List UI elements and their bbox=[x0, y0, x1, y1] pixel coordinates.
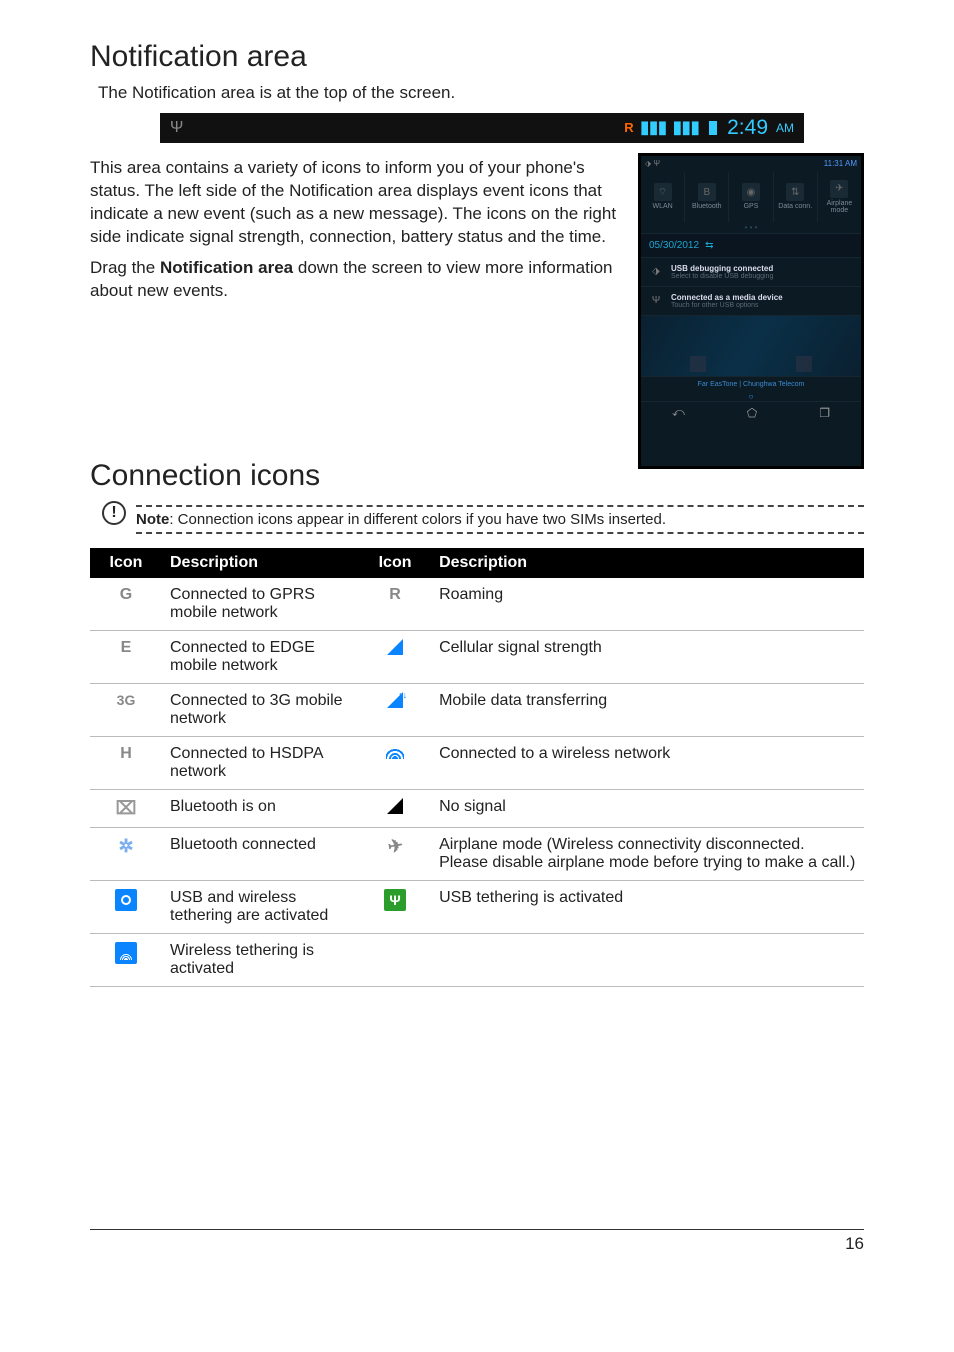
usb-icon: Ψ bbox=[170, 119, 183, 137]
desc-bt-on: Bluetooth is on bbox=[162, 789, 359, 827]
edge-icon: E bbox=[90, 630, 162, 683]
status-bar-illustration: Ψ R ▮▮▮ ▮▮▮ 2:49 AM bbox=[160, 113, 804, 143]
recent-icon: ❐ bbox=[819, 406, 830, 420]
usb-tethering-icon: Ψ bbox=[359, 880, 431, 933]
desc-data-transfer: Mobile data transferring bbox=[431, 683, 864, 736]
roaming-icon: R bbox=[359, 578, 431, 631]
table-row: E Connected to EDGE mobile network Cellu… bbox=[90, 630, 864, 683]
table-row: 3G Connected to 3G mobile network ↑↓ Mob… bbox=[90, 683, 864, 736]
toggle-data-label: Data conn. bbox=[778, 203, 812, 210]
status-time: 2:49 bbox=[727, 116, 768, 140]
phone-sim-line: Far EasTone | Chunghwa Telecom bbox=[641, 376, 861, 392]
table-row: ✲ Bluetooth connected ✈ Airplane mode (W… bbox=[90, 827, 864, 880]
usb-icon: Ψ bbox=[649, 295, 663, 306]
desc-edge: Connected to EDGE mobile network bbox=[162, 630, 359, 683]
desc-wifi-tether: Wireless tethering is activated bbox=[162, 933, 359, 986]
toggle-wlan-label: WLAN bbox=[652, 203, 672, 210]
app-icon bbox=[690, 356, 706, 372]
desc-3g: Connected to 3G mobile network bbox=[162, 683, 359, 736]
desc-usb-tether: USB tethering is activated bbox=[431, 880, 864, 933]
phone-status-left-icons: ⬗ Ψ bbox=[645, 159, 660, 168]
airplane-mode-icon: ✈ bbox=[359, 827, 431, 880]
threeg-icon: 3G bbox=[90, 683, 162, 736]
signal-bars-icon: ▮▮▮ bbox=[672, 117, 699, 138]
data-transfer-icon: ↑↓ bbox=[359, 683, 431, 736]
th-icon-2: Icon bbox=[359, 548, 431, 578]
gps-icon: ◉ bbox=[742, 183, 760, 201]
desc-wifi: Connected to a wireless network bbox=[431, 736, 864, 789]
note-box: ! Note: Connection icons appear in diffe… bbox=[102, 501, 864, 538]
alert-icon: ! bbox=[102, 501, 126, 525]
phone-screenshot: ⬗ Ψ 11:31 AM ⌔ WLAN B Bluetooth ◉ GPS ⇅ Data… bbox=[638, 153, 864, 469]
desc-hsdpa: Connected to HSDPA network bbox=[162, 736, 359, 789]
bluetooth-connected-icon: ✲ bbox=[90, 827, 162, 880]
phone-status-right: 11:31 AM bbox=[824, 159, 857, 168]
toggle-gps-label: GPS bbox=[744, 203, 759, 210]
note-text: : Connection icons appear in different c… bbox=[169, 511, 666, 528]
desc-roaming: Roaming bbox=[431, 578, 864, 631]
no-signal-icon bbox=[359, 789, 431, 827]
phone-date: 05/30/2012 bbox=[649, 240, 699, 251]
page-number: 16 bbox=[90, 1234, 864, 1254]
wireless-tethering-icon bbox=[90, 933, 162, 986]
notif-para1: This area contains a variety of icons to… bbox=[90, 157, 620, 249]
desc-tether-both: USB and wireless tethering are activated bbox=[162, 880, 359, 933]
phone-item1-sub: Select to disable USB debugging bbox=[671, 273, 773, 280]
battery-icon bbox=[709, 121, 717, 135]
bluetooth-icon: B bbox=[698, 183, 716, 201]
home-icon: ⬠ bbox=[747, 406, 757, 420]
signal-strength-icon bbox=[359, 630, 431, 683]
wifi-connected-icon bbox=[359, 736, 431, 789]
desc-no-signal: No signal bbox=[431, 789, 864, 827]
airplane-icon: ✈ bbox=[830, 180, 848, 198]
data-icon: ⇅ bbox=[786, 183, 804, 201]
back-icon: ⤺ bbox=[672, 405, 685, 420]
tethering-both-icon bbox=[90, 880, 162, 933]
connection-icons-table: Icon Description Icon Description G Conn… bbox=[90, 548, 864, 987]
table-row: G Connected to GPRS mobile network R Roa… bbox=[90, 578, 864, 631]
notif-para2-b: Notification area bbox=[160, 258, 293, 277]
phone-page-indicator: ○ bbox=[641, 392, 861, 401]
desc-gprs: Connected to GPRS mobile network bbox=[162, 578, 359, 631]
phone-item2-title: Connected as a media device bbox=[671, 293, 783, 302]
empty-cell bbox=[431, 933, 864, 986]
notif-intro-text: The Notification area is at the top of t… bbox=[98, 82, 864, 105]
empty-cell bbox=[359, 933, 431, 986]
phone-page-dots: • • • bbox=[641, 222, 861, 233]
roaming-icon: R bbox=[624, 120, 633, 135]
desc-signal-strength: Cellular signal strength bbox=[431, 630, 864, 683]
signal-bars-icon: ▮▮▮ bbox=[640, 117, 667, 138]
table-row: ⌧ Bluetooth is on No signal bbox=[90, 789, 864, 827]
th-desc-1: Description bbox=[162, 548, 359, 578]
heading-notification-area: Notification area bbox=[90, 40, 864, 74]
bug-icon: ⬗ bbox=[649, 266, 663, 277]
table-row: H Connected to HSDPA network Connected t… bbox=[90, 736, 864, 789]
table-row: Wireless tethering is activated bbox=[90, 933, 864, 986]
notif-para2-a: Drag the bbox=[90, 258, 160, 277]
table-row: USB and wireless tethering are activated… bbox=[90, 880, 864, 933]
phone-app-row bbox=[641, 356, 861, 372]
phone-nav-bar: ⤺ ⬠ ❐ bbox=[641, 401, 861, 424]
th-icon-1: Icon bbox=[90, 548, 162, 578]
notif-para2: Drag the Notification area down the scre… bbox=[90, 257, 620, 303]
gprs-icon: G bbox=[90, 578, 162, 631]
phone-item2-sub: Touch for other USB options bbox=[671, 302, 783, 309]
desc-bt-connected: Bluetooth connected bbox=[162, 827, 359, 880]
toggle-bt-label: Bluetooth bbox=[692, 203, 722, 210]
phone-date-row: 05/30/2012 ⇆ bbox=[641, 233, 861, 258]
toggle-airplane-label: Airplane mode bbox=[818, 200, 861, 214]
wifi-icon: ⌔ bbox=[654, 183, 672, 201]
note-label: Note bbox=[136, 511, 169, 528]
app-icon bbox=[796, 356, 812, 372]
hsdpa-icon: H bbox=[90, 736, 162, 789]
th-desc-2: Description bbox=[431, 548, 864, 578]
slider-icon: ⇆ bbox=[705, 240, 713, 251]
phone-quick-toggles: ⌔ WLAN B Bluetooth ◉ GPS ⇅ Data conn. ✈ Airpl… bbox=[641, 172, 861, 222]
phone-item1-title: USB debugging connected bbox=[671, 264, 773, 273]
desc-airplane: Airplane mode (Wireless connectivity dis… bbox=[431, 827, 864, 880]
bluetooth-on-icon: ⌧ bbox=[90, 789, 162, 827]
status-ampm: AM bbox=[776, 121, 794, 135]
